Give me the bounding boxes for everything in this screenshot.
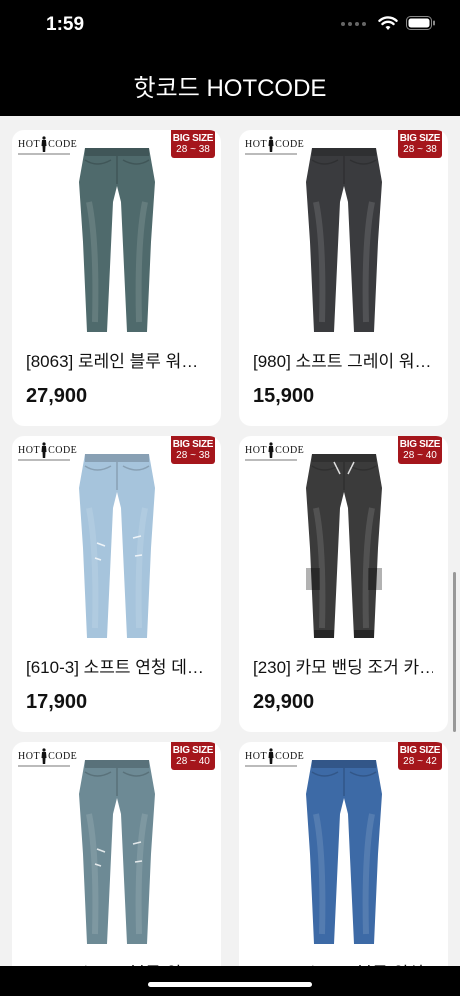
product-card[interactable]: HOT CODE BIG SIZE 28 ~ 40 [6068] 소프트 블루 …: [12, 742, 221, 996]
status-bar: 1:59: [0, 0, 460, 52]
badge-title: BIG SIZE: [172, 133, 214, 144]
big-size-badge: BIG SIZE 28 ~ 38: [398, 130, 442, 158]
product-price: 29,900: [253, 691, 315, 713]
badge-size-range: 28 ~ 42: [403, 756, 437, 767]
home-indicator-area: [0, 966, 460, 996]
badge-size-range: 28 ~ 38: [176, 450, 210, 461]
logo-tagline-line: [245, 459, 297, 461]
badge-size-range: 28 ~ 38: [176, 144, 210, 155]
logo-text-hot: HOT: [18, 138, 41, 150]
product-name[interactable]: [610-3] 소프트 연청 데…: [26, 653, 206, 678]
battery-icon: [406, 16, 435, 30]
scrollbar[interactable]: [453, 572, 456, 732]
badge-title: BIG SIZE: [399, 745, 441, 756]
cellular-signal-icon: [341, 21, 366, 26]
product-card[interactable]: HOT CODE BIG SIZE 28 ~ 38 [610-3] 소프트 연청…: [12, 436, 221, 732]
status-icons: [341, 16, 436, 31]
product-price: 17,900: [26, 691, 88, 713]
badge-title: BIG SIZE: [172, 439, 214, 450]
logo-text-hot: HOT: [18, 750, 41, 762]
product-card[interactable]: HOT CODE BIG SIZE 28 ~ 38 [980] 소프트 그레이 …: [239, 130, 448, 426]
big-size-badge: BIG SIZE 28 ~ 38: [171, 436, 215, 464]
page-title: 핫코드 HOTCODE: [133, 75, 327, 102]
badge-title: BIG SIZE: [399, 133, 441, 144]
person-silhouette-icon: [268, 748, 274, 764]
person-silhouette-icon: [41, 442, 47, 458]
wifi-icon: [378, 16, 398, 30]
logo-text-hot: HOT: [18, 444, 41, 456]
big-size-badge: BIG SIZE 28 ~ 42: [398, 742, 442, 770]
badge-title: BIG SIZE: [172, 745, 214, 756]
person-silhouette-icon: [41, 136, 47, 152]
product-price: 27,900: [26, 385, 88, 407]
logo-text-hot: HOT: [245, 138, 268, 150]
badge-title: BIG SIZE: [399, 439, 441, 450]
product-list[interactable]: HOT CODE BIG SIZE 28 ~ 38 [8063] 로레인 블루 …: [0, 116, 460, 996]
home-indicator[interactable]: [148, 982, 312, 987]
logo-tagline-line: [245, 765, 297, 767]
logo-text-hot: HOT: [245, 444, 268, 456]
nav-bar: 핫코드 HOTCODE: [0, 52, 460, 116]
person-silhouette-icon: [268, 442, 274, 458]
big-size-badge: BIG SIZE 28 ~ 40: [398, 436, 442, 464]
logo-tagline-line: [245, 153, 297, 155]
product-card[interactable]: HOT CODE BIG SIZE 28 ~ 42 [3063] 소프트 블루 …: [239, 742, 448, 996]
product-name[interactable]: [8063] 로레인 블루 워…: [26, 347, 206, 372]
person-silhouette-icon: [268, 136, 274, 152]
logo-tagline-line: [18, 765, 70, 767]
badge-size-range: 28 ~ 40: [176, 756, 210, 767]
product-card[interactable]: HOT CODE BIG SIZE 28 ~ 40 [230] 카모 밴딩 조거…: [239, 436, 448, 732]
badge-size-range: 28 ~ 40: [403, 450, 437, 461]
big-size-badge: BIG SIZE 28 ~ 40: [171, 742, 215, 770]
logo-text-hot: HOT: [245, 750, 268, 762]
product-price: 15,900: [253, 385, 315, 407]
product-grid: HOT CODE BIG SIZE 28 ~ 38 [8063] 로레인 블루 …: [12, 130, 448, 996]
product-card[interactable]: HOT CODE BIG SIZE 28 ~ 38 [8063] 로레인 블루 …: [12, 130, 221, 426]
logo-tagline-line: [18, 459, 70, 461]
logo-tagline-line: [18, 153, 70, 155]
person-silhouette-icon: [41, 748, 47, 764]
product-name[interactable]: [230] 카모 밴딩 조거 카…: [253, 653, 433, 678]
product-name[interactable]: [980] 소프트 그레이 워…: [253, 347, 433, 372]
status-time: 1:59: [46, 14, 85, 35]
badge-size-range: 28 ~ 38: [403, 144, 437, 155]
big-size-badge: BIG SIZE 28 ~ 38: [171, 130, 215, 158]
